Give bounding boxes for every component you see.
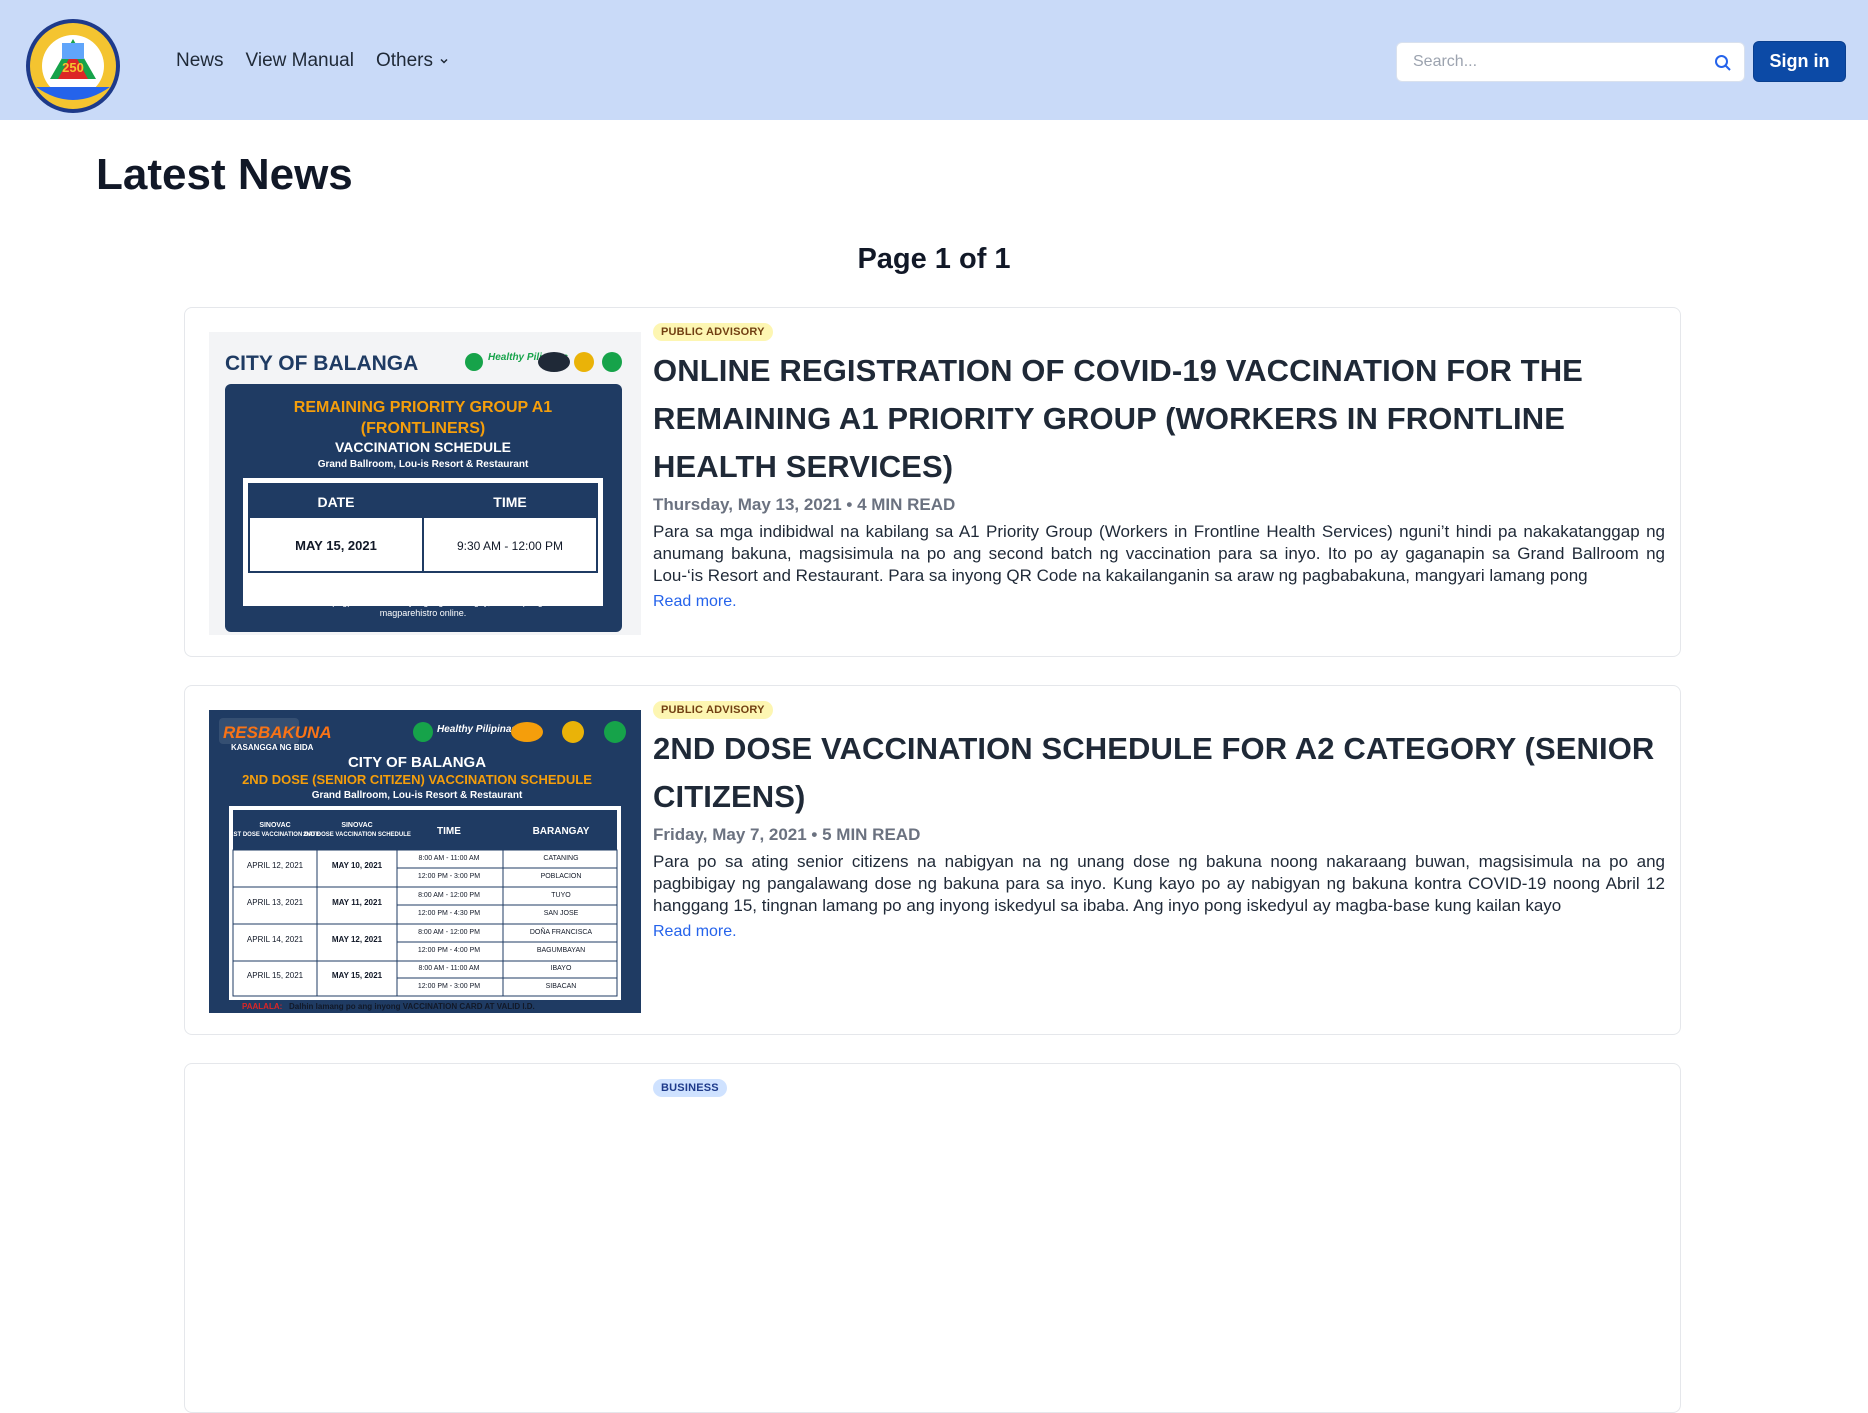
thumb-subheader: 2ND DOSE (SENIOR CITIZEN) VACCINATION SC… <box>242 772 592 787</box>
chevron-down-icon <box>440 58 448 64</box>
thumb-venue: Grand Ballroom, Lou-is Resort & Restaura… <box>318 459 529 470</box>
news-excerpt: Para po sa ating senior citizens na nabi… <box>653 852 1665 915</box>
thumb-col-date: DATE <box>317 494 354 510</box>
thumb-paalala-label: PAALALA: <box>242 1002 282 1011</box>
row-first-dose: APRIL 12, 2021 <box>247 861 304 870</box>
main-nav: News View Manual Others <box>176 50 449 72</box>
search-box <box>1396 42 1745 82</box>
news-content: PUBLIC ADVISORY ONLINE REGISTRATION OF C… <box>653 322 1665 611</box>
read-more-link[interactable]: Read more. <box>653 593 737 611</box>
thumb-col-barangay: BARANGAY <box>533 826 590 837</box>
row-time: 8:00 AM - 12:00 PM <box>418 892 480 899</box>
svg-text:SINOVAC: SINOVAC <box>259 822 290 829</box>
category-badge[interactable]: PUBLIC ADVISORY <box>653 701 773 719</box>
row-first-dose: APRIL 14, 2021 <box>247 935 304 944</box>
row-barangay: CATANING <box>543 855 578 862</box>
thumb-time: 9:30 AM - 12:00 PM <box>457 539 563 553</box>
row-time: 8:00 AM - 12:00 PM <box>418 929 480 936</box>
news-thumbnail[interactable]: CITY OF BALANGA Healthy Pilipinas REMAIN… <box>209 332 641 635</box>
row-second-dose: MAY 12, 2021 <box>332 935 383 944</box>
thumb-note1: Sa mga KABILANG SA PRIORITY GROUP A1 (FR… <box>271 586 575 596</box>
thumb-header: CITY OF BALANGA <box>348 754 486 771</box>
nav-others-dropdown[interactable]: Others <box>376 50 449 72</box>
row-barangay: IBAYO <box>551 965 572 972</box>
read-more-link[interactable]: Read more. <box>653 923 737 941</box>
thumb-note3: magparehistro online. <box>380 608 467 618</box>
thumb-col-time: TIME <box>437 826 461 837</box>
svg-text:2ND DOSE VACCINATION SCHEDULE: 2ND DOSE VACCINATION SCHEDULE <box>303 832 411 838</box>
thumb-line1: REMAINING PRIORITY GROUP A1 <box>294 399 553 416</box>
top-navbar: 250 News View Manual Others Sign in <box>0 0 1868 120</box>
thumb-date: MAY 15, 2021 <box>295 538 377 553</box>
news-meta: Friday, May 7, 2021 • 5 MIN READ <box>653 825 921 844</box>
row-barangay: DOÑA FRANCISCA <box>530 927 593 936</box>
row-time: 8:00 AM - 11:00 AM <box>419 965 480 972</box>
news-meta: Thursday, May 13, 2021 • 4 MIN READ <box>653 495 956 514</box>
nav-view-manual[interactable]: View Manual <box>246 50 354 72</box>
row-time: 8:00 AM - 11:00 AM <box>419 855 480 862</box>
category-badge[interactable]: BUSINESS <box>653 1079 727 1097</box>
thumb-col-time: TIME <box>493 494 526 510</box>
thumb-brand-sub: KASANGGA NG BIDA <box>231 743 314 752</box>
row-barangay: SAN JOSE <box>544 910 579 917</box>
city-seal-logo[interactable]: 250 <box>24 17 122 115</box>
thumb-line2: (FRONTLINERS) <box>361 420 485 437</box>
nav-news-label: News <box>176 50 224 71</box>
row-time: 12:00 PM - 4:00 PM <box>418 947 480 954</box>
nav-news[interactable]: News <box>176 50 224 72</box>
news-card[interactable]: RESBAKUNA KASANGGA NG BIDA Healthy Pilip… <box>184 685 1681 1035</box>
row-time: 12:00 PM - 4:30 PM <box>418 910 480 917</box>
search-input[interactable] <box>1397 43 1697 81</box>
news-card[interactable]: CITY OF BALANGA Healthy Pilipinas REMAIN… <box>184 307 1681 657</box>
page-title: Latest News <box>96 150 353 199</box>
news-title[interactable]: ONLINE REGISTRATION OF COVID-19 VACCINAT… <box>653 347 1665 491</box>
row-time: 12:00 PM - 3:00 PM <box>418 873 480 880</box>
row-barangay: BAGUMBAYAN <box>537 947 585 954</box>
row-second-dose: MAY 15, 2021 <box>332 971 383 980</box>
news-excerpt: Para sa mga indibidwal na kabilang sa A1… <box>653 522 1665 585</box>
nav-others-label: Others <box>375 50 433 71</box>
row-time: 12:00 PM - 3:00 PM <box>418 983 480 990</box>
row-barangay: POBLACION <box>541 873 582 880</box>
thumb-note2: nakakapagparehistro sa inyong mga barang… <box>303 597 543 607</box>
thumb-line3: VACCINATION SCHEDULE <box>335 439 511 455</box>
news-content: PUBLIC ADVISORY 2ND DOSE VACCINATION SCH… <box>653 700 1665 941</box>
thumb-header: CITY OF BALANGA <box>225 352 418 375</box>
thumb-venue: Grand Ballroom, Lou-is Resort & Restaura… <box>312 790 523 801</box>
row-barangay: SIBACAN <box>546 983 577 990</box>
row-second-dose: MAY 10, 2021 <box>332 861 383 870</box>
category-badge[interactable]: PUBLIC ADVISORY <box>653 323 773 341</box>
pagination-label: Page 1 of 1 <box>857 243 1011 275</box>
row-first-dose: APRIL 13, 2021 <box>247 898 304 907</box>
row-barangay: TUYO <box>551 892 571 899</box>
row-second-dose: MAY 11, 2021 <box>332 898 382 907</box>
sign-in-button[interactable]: Sign in <box>1753 41 1846 82</box>
thumb-paalala-text: Dalhin lamang po ang inyong VACCINATION … <box>289 1002 535 1011</box>
thumb-healthy: Healthy Pilipinas <box>437 724 517 735</box>
news-title[interactable]: 2ND DOSE VACCINATION SCHEDULE FOR A2 CAT… <box>653 725 1665 821</box>
news-thumbnail[interactable]: RESBAKUNA KASANGGA NG BIDA Healthy Pilip… <box>209 710 641 1013</box>
thumb-brand: RESBAKUNA <box>223 723 332 742</box>
search-icon[interactable] <box>1714 54 1732 72</box>
news-card[interactable]: BUSINESS <box>184 1063 1681 1413</box>
nav-view-manual-label: View Manual <box>245 50 354 71</box>
news-content: BUSINESS <box>653 1078 1665 1097</box>
svg-text:SINOVAC: SINOVAC <box>341 822 372 829</box>
row-first-dose: APRIL 15, 2021 <box>247 971 304 980</box>
svg-text:250: 250 <box>62 60 84 75</box>
